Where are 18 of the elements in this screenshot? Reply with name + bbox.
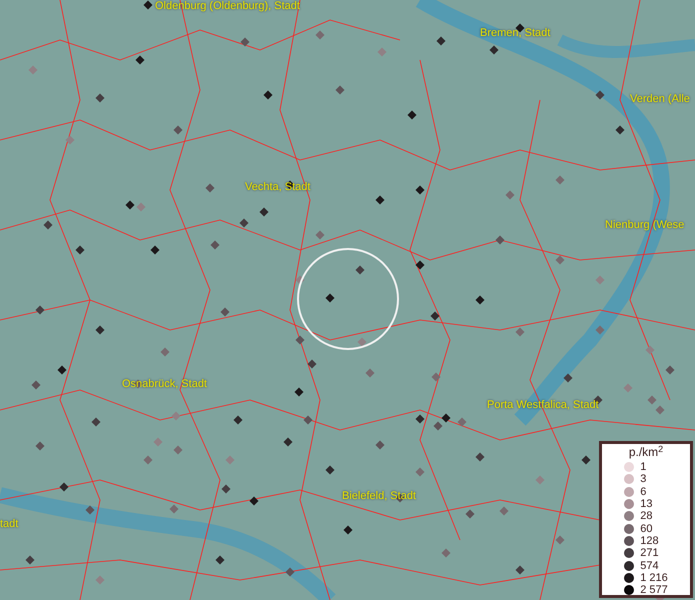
legend-label: 13 — [640, 498, 652, 510]
legend-label: 1 216 — [640, 572, 668, 584]
place-label: Verden (Alle — [630, 93, 690, 106]
legend-label: 271 — [640, 547, 659, 560]
place-label: Bielefeld, Stadt — [342, 490, 416, 503]
legend-label: 2 577 — [640, 584, 668, 596]
legend-label: 3 — [640, 473, 646, 486]
legend-label: 128 — [640, 534, 659, 547]
legend-label: 6 — [640, 486, 646, 498]
legend-label: 574 — [640, 560, 659, 572]
legend-label: 28 — [640, 510, 652, 522]
legend-title: p./km$^{2}$ — [628, 445, 664, 459]
legend-label: 60 — [640, 522, 652, 535]
place-label: Nienburg (Wese — [605, 219, 684, 232]
place-label: tadt — [0, 518, 18, 531]
place-label: Osnabrück, Stadt — [122, 378, 207, 391]
legend-label: 1 — [640, 461, 646, 474]
place-label: Bremen, Stadt — [480, 27, 550, 40]
